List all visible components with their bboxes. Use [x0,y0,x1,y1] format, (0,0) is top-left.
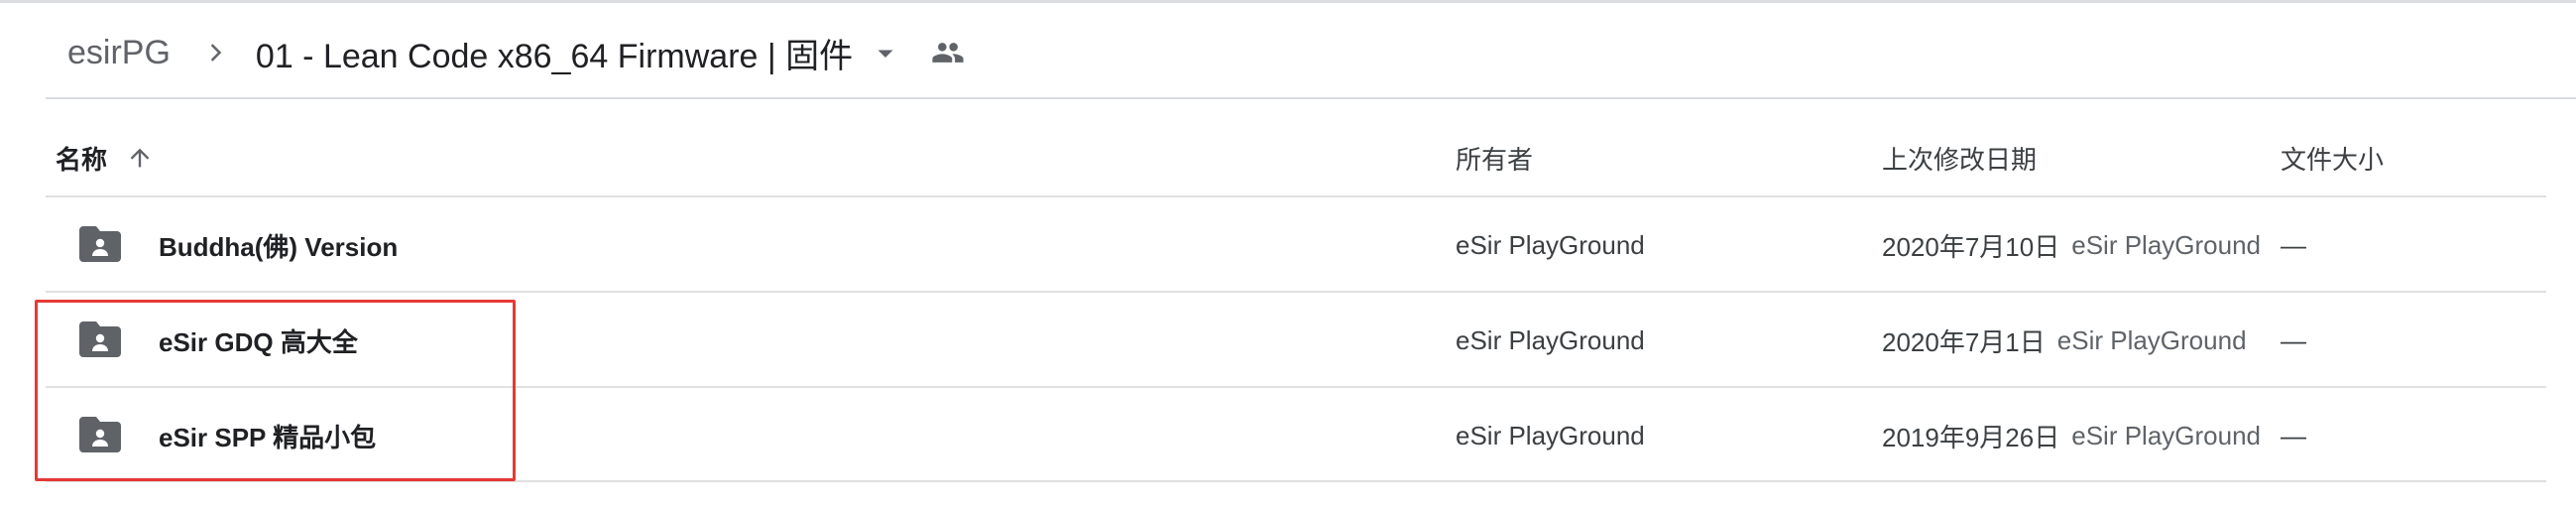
people-icon [928,33,968,72]
column-header-modified[interactable]: 上次修改日期 [1882,137,2037,179]
shared-folder-icon [79,321,121,357]
column-header-owner[interactable]: 所有者 [1456,137,1533,179]
row-name: eSir SPP 精品小包 [159,422,377,452]
header-divider [46,97,2576,99]
row-name: Buddha(佛) Version [159,231,399,262]
shared-folder-icon [79,417,121,452]
row-modified: 2019年9月26日 eSir PlayGround [1882,389,2261,482]
row-size: — [2281,420,2306,450]
column-header-name-label: 名称 [56,144,108,175]
row-modified-date: 2019年9月26日 [1882,422,2060,452]
table-row[interactable]: eSir GDQ 高大全 eSir PlayGround 2020年7月1日 eS… [46,294,2546,387]
row-divider [46,291,2546,293]
row-modified-by: eSir PlayGround [2071,229,2261,260]
row-modified-by: eSir PlayGround [2056,324,2247,355]
row-modified-date: 2020年7月1日 [1882,326,2046,357]
row-owner: eSir PlayGround [1456,420,1645,450]
row-modified-date: 2020年7月10日 [1882,231,2060,262]
top-divider [0,0,2576,3]
table-row[interactable]: eSir SPP 精品小包 eSir PlayGround 2019年9月26日… [46,389,2546,482]
table-row[interactable]: Buddha(佛) Version eSir PlayGround 2020年7… [46,198,2546,292]
arrow-upward-icon[interactable] [125,143,155,173]
row-divider [46,386,2546,388]
row-divider [46,195,2546,197]
row-name: eSir GDQ 高大全 [159,326,358,357]
row-owner: eSir PlayGround [1456,324,1645,355]
chevron-right-icon [200,38,230,67]
row-size: — [2281,324,2306,355]
arrow-drop-down-icon[interactable] [869,36,902,69]
row-modified-by: eSir PlayGround [2071,420,2261,450]
shared-folder-icon [79,226,121,262]
column-header-size[interactable]: 文件大小 [2281,137,2384,179]
row-owner: eSir PlayGround [1456,229,1645,260]
breadcrumb-current-folder[interactable]: 01 - Lean Code x86_64 Firmware | 固件 [252,29,857,77]
row-modified: 2020年7月10日 eSir PlayGround [1882,198,2261,292]
column-header-name[interactable]: 名称 [56,137,155,179]
breadcrumb: esirPG 01 - Lean Code x86_64 Firmware | … [63,26,968,79]
breadcrumb-root[interactable]: esirPG [63,34,175,72]
row-divider [46,480,2546,482]
row-size: — [2281,229,2306,260]
row-modified: 2020年7月1日 eSir PlayGround [1882,294,2247,387]
